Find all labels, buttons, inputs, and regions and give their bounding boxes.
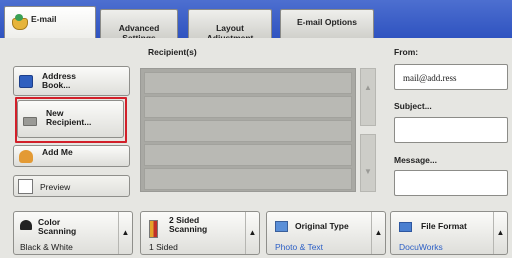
recipients-header: Recipient(s): [148, 47, 197, 57]
list-item[interactable]: [144, 120, 352, 142]
from-value: mail@add.ress: [403, 73, 457, 83]
tab-email[interactable]: E-mail: [4, 6, 96, 39]
person-icon: [19, 150, 33, 163]
chevron-up-icon: ▲: [364, 83, 372, 92]
two-sided-title: 2 Sided Scanning: [169, 215, 208, 234]
highlight-frame: [15, 97, 127, 143]
add-me-label: Add Me: [42, 147, 73, 157]
color-scanning-icon: [20, 220, 32, 230]
file-format-icon: [399, 222, 412, 232]
color-scanning-title: Color Scanning: [38, 217, 77, 236]
preview-label: Preview: [40, 182, 71, 192]
recipient-list: [140, 68, 356, 192]
original-type-button[interactable]: Original Type Photo & Text ▲: [266, 211, 386, 255]
two-sided-arrow-icon: ▲: [245, 212, 259, 254]
color-scanning-value: Black & White: [20, 242, 73, 252]
original-type-icon: [275, 221, 288, 232]
file-format-button[interactable]: File Format DocuWorks ▲: [390, 211, 508, 255]
original-type-value: Photo & Text: [275, 242, 324, 252]
scroll-up-button[interactable]: ▲: [360, 68, 376, 126]
from-label: From:: [394, 47, 419, 57]
file-format-value: DocuWorks: [399, 242, 443, 252]
list-item[interactable]: [144, 144, 352, 166]
original-type-arrow-icon: ▲: [371, 212, 385, 254]
file-format-arrow-icon: ▲: [493, 212, 507, 254]
file-format-title: File Format: [421, 221, 467, 231]
two-sided-scanning-button[interactable]: 2 Sided Scanning 1 Sided ▲: [140, 211, 260, 255]
tab-email-label: E-mail: [31, 14, 57, 24]
from-field[interactable]: mail@add.ress: [394, 64, 508, 90]
tab-email-options-label: E-mail Options: [297, 17, 357, 27]
add-me-button[interactable]: Add Me: [13, 145, 130, 167]
tab-advanced-settings[interactable]: Advanced Settings: [100, 9, 178, 43]
original-type-title: Original Type: [295, 221, 349, 231]
address-book-button[interactable]: Address Book...: [13, 66, 130, 96]
color-scanning-button[interactable]: Color Scanning Black & White ▲: [13, 211, 133, 255]
tab-layout-adjustment[interactable]: Layout Adjustment: [188, 9, 272, 43]
subject-label: Subject...: [394, 101, 432, 111]
address-book-icon: [19, 75, 33, 88]
address-book-label: Address Book...: [42, 71, 77, 90]
message-field[interactable]: [394, 170, 508, 196]
message-label: Message...: [394, 155, 437, 165]
tab-email-options[interactable]: E-mail Options: [280, 9, 374, 39]
subject-field[interactable]: [394, 117, 508, 143]
two-sided-icon: [149, 220, 158, 238]
list-item[interactable]: [144, 168, 352, 190]
email-person-icon: [12, 14, 28, 30]
scroll-down-button[interactable]: ▼: [360, 134, 376, 192]
chevron-down-icon: ▼: [364, 167, 372, 176]
preview-checkbox[interactable]: [18, 179, 33, 194]
list-item[interactable]: [144, 72, 352, 94]
preview-button[interactable]: Preview: [13, 175, 130, 197]
color-scanning-arrow-icon: ▲: [118, 212, 132, 254]
two-sided-value: 1 Sided: [149, 242, 178, 252]
list-item[interactable]: [144, 96, 352, 118]
